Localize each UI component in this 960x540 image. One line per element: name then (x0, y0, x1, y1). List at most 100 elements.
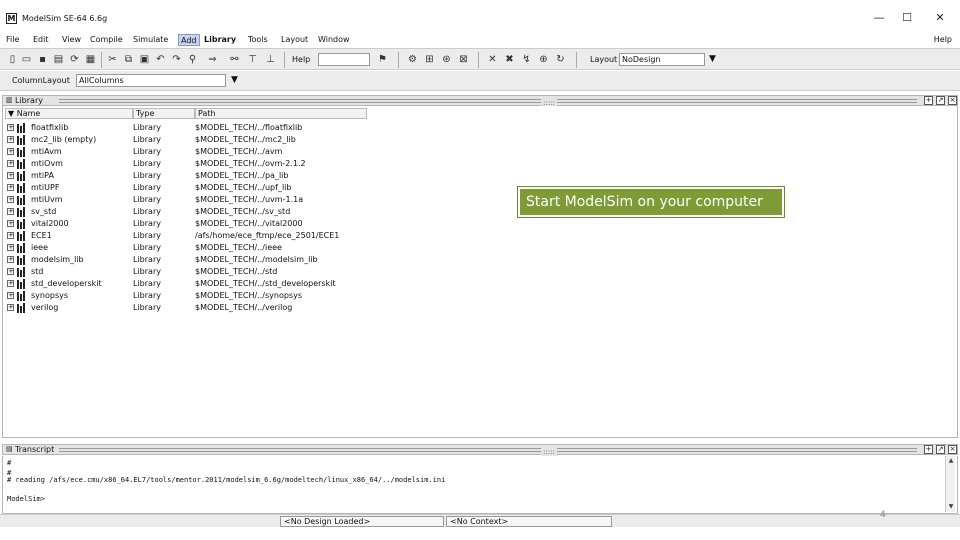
tree-icon[interactable]: ⊤ (246, 53, 259, 66)
expand-icon[interactable]: + (7, 136, 14, 143)
print-icon[interactable]: ▤ (52, 53, 65, 66)
menu-edit[interactable]: Edit (31, 34, 51, 46)
open-folder-icon[interactable]: ▭ (20, 53, 33, 66)
menu-file[interactable]: File (4, 34, 21, 46)
library-row[interactable]: + floatfixlib Library $MODEL_TECH/../floatf… (3, 122, 603, 134)
expand-icon[interactable]: + (7, 172, 14, 179)
binoculars-icon[interactable]: ⚯ (228, 53, 241, 66)
column-header-type[interactable]: Type (133, 108, 195, 119)
layout-select[interactable]: NoDesign (619, 53, 705, 66)
menu-simulate[interactable]: Simulate (131, 34, 170, 46)
close-button[interactable]: ✕ (930, 10, 950, 26)
expand-icon[interactable]: + (7, 232, 14, 239)
pane-undock-button[interactable]: ↗ (936, 96, 945, 105)
maximize-button[interactable]: ☐ (897, 10, 917, 26)
expand-icon[interactable]: + (7, 196, 14, 203)
transcript-pane-header[interactable]: ▤ Transcript ::::: + ↗ × (2, 444, 958, 456)
redo-icon[interactable]: ↷ (170, 53, 183, 66)
menu-view[interactable]: View (60, 34, 83, 46)
expand-icon[interactable]: + (7, 244, 14, 251)
restart-icon[interactable]: ↻ (554, 53, 567, 66)
run-icon[interactable]: ⊛ (440, 53, 453, 66)
column-header-path[interactable]: Path (195, 108, 367, 119)
library-row[interactable]: + std Library $MODEL_TECH/../std (3, 266, 603, 278)
library-name: floatfixlib (31, 123, 69, 132)
library-type: Library (133, 147, 161, 156)
library-row[interactable]: + mtiAvm Library $MODEL_TECH/../avm (3, 146, 603, 158)
pane-drag-handle[interactable]: ::::: (59, 99, 917, 107)
scroll-down-icon[interactable]: ▼ (946, 502, 956, 512)
expand-icon[interactable]: + (7, 220, 14, 227)
pane-drag-handle[interactable]: ::::: (59, 448, 917, 456)
undo-icon[interactable]: ↶ (154, 53, 167, 66)
library-row[interactable]: + mc2_lib (empty) Library $MODEL_TECH/../mc… (3, 134, 603, 146)
library-row[interactable]: + sv_std Library $MODEL_TECH/../sv_std (3, 206, 603, 218)
column-header-name[interactable]: ▼ Name (5, 108, 133, 119)
copy-icon[interactable]: ⧉ (122, 53, 135, 66)
library-row[interactable]: + mtiOvm Library $MODEL_TECH/../ovm-2.1.2 (3, 158, 603, 170)
transcript-pane-icon: ▤ (6, 445, 13, 453)
library-row[interactable]: + modelsim_lib Library $MODEL_TECH/../model… (3, 254, 603, 266)
hierarchy-icon[interactable]: ⊥ (264, 53, 277, 66)
library-row[interactable]: + mtiPA Library $MODEL_TECH/../pa_lib (3, 170, 603, 182)
new-file-icon[interactable]: ▯ (6, 53, 19, 66)
library-row[interactable]: + std_developerskit Library $MODEL_TECH/../… (3, 278, 603, 290)
paste-icon[interactable]: ▣ (138, 53, 151, 66)
cut-icon[interactable]: ✂ (106, 53, 119, 66)
chevron-down-icon[interactable]: ▼ (709, 54, 716, 64)
menu-compile[interactable]: Compile (88, 34, 125, 46)
library-row[interactable]: + synopsys Library $MODEL_TECH/../synopsys (3, 290, 603, 302)
arrow-icon[interactable]: ⇒ (206, 53, 219, 66)
expand-icon[interactable]: + (7, 208, 14, 215)
transcript-prompt[interactable]: ModelSim> (7, 494, 45, 504)
find-icon[interactable]: ⚲ (186, 53, 199, 66)
pane-close-button[interactable]: × (948, 96, 957, 105)
expand-icon[interactable]: + (7, 304, 14, 311)
pane-maximize-button[interactable]: + (924, 445, 933, 454)
step-over-icon[interactable]: ↯ (520, 53, 533, 66)
expand-icon[interactable]: + (7, 256, 14, 263)
library-row[interactable]: + mtiUPF Library $MODEL_TECH/../upf_lib (3, 182, 603, 194)
column-layout-select[interactable]: AllColumns (76, 74, 226, 87)
menu-help[interactable]: Help (934, 34, 952, 46)
help-search-input[interactable] (318, 53, 370, 66)
step-icon[interactable]: ✖ (503, 53, 516, 66)
break-icon[interactable]: ✕ (486, 53, 499, 66)
library-row[interactable]: + vital2000 Library $MODEL_TECH/../vital200… (3, 218, 603, 230)
menu-library[interactable]: Library (202, 34, 238, 46)
scroll-up-icon[interactable]: ▲ (946, 456, 956, 466)
save-icon[interactable]: ▪ (36, 53, 49, 66)
pane-undock-button[interactable]: ↗ (936, 445, 945, 454)
transcript-line: # (7, 459, 12, 467)
expand-icon[interactable]: + (7, 280, 14, 287)
expand-icon[interactable]: + (7, 160, 14, 167)
memory-icon[interactable]: ⊠ (457, 53, 470, 66)
library-pane-header[interactable]: ▥ Library ::::: + ↗ × (2, 95, 958, 107)
expand-icon[interactable]: + (7, 268, 14, 275)
expand-icon[interactable]: + (7, 148, 14, 155)
chevron-down-icon[interactable]: ▼ (231, 75, 238, 85)
menu-layout[interactable]: Layout (279, 34, 310, 46)
library-row[interactable]: + mtiUvm Library $MODEL_TECH/../uvm-1.1a (3, 194, 603, 206)
grid-icon[interactable]: ⊞ (423, 53, 436, 66)
expand-icon[interactable]: + (7, 184, 14, 191)
transcript-scrollbar[interactable]: ▲ ▼ (945, 456, 955, 512)
pane-close-button[interactable]: × (948, 445, 957, 454)
menu-window[interactable]: Window (316, 34, 352, 46)
compile-icon[interactable]: ▦ (84, 53, 97, 66)
library-name: mtiUvm (31, 195, 63, 204)
minimize-button[interactable]: — (869, 10, 889, 26)
settings-icon[interactable]: ⚙ (406, 53, 419, 66)
library-row[interactable]: + verilog Library $MODEL_TECH/../verilog (3, 302, 603, 314)
library-row[interactable]: + ieee Library $MODEL_TECH/../ieee (3, 242, 603, 254)
menu-tools[interactable]: Tools (246, 34, 270, 46)
library-row[interactable]: + ECE1 Library/afs/home/ece_ftmp/ece_2501/… (3, 230, 603, 242)
expand-icon[interactable]: + (7, 124, 14, 131)
step-out-icon[interactable]: ⊕ (537, 53, 550, 66)
expand-icon[interactable]: + (7, 292, 14, 299)
pane-maximize-button[interactable]: + (924, 96, 933, 105)
transcript-pane[interactable]: # # # reading /afs/ece.cmu/x86_64.EL7/to… (2, 456, 958, 514)
menu-add[interactable]: Add (178, 34, 200, 46)
refresh-icon[interactable]: ⟳ (68, 53, 81, 66)
help-search-icon[interactable]: ⚑ (376, 53, 389, 66)
